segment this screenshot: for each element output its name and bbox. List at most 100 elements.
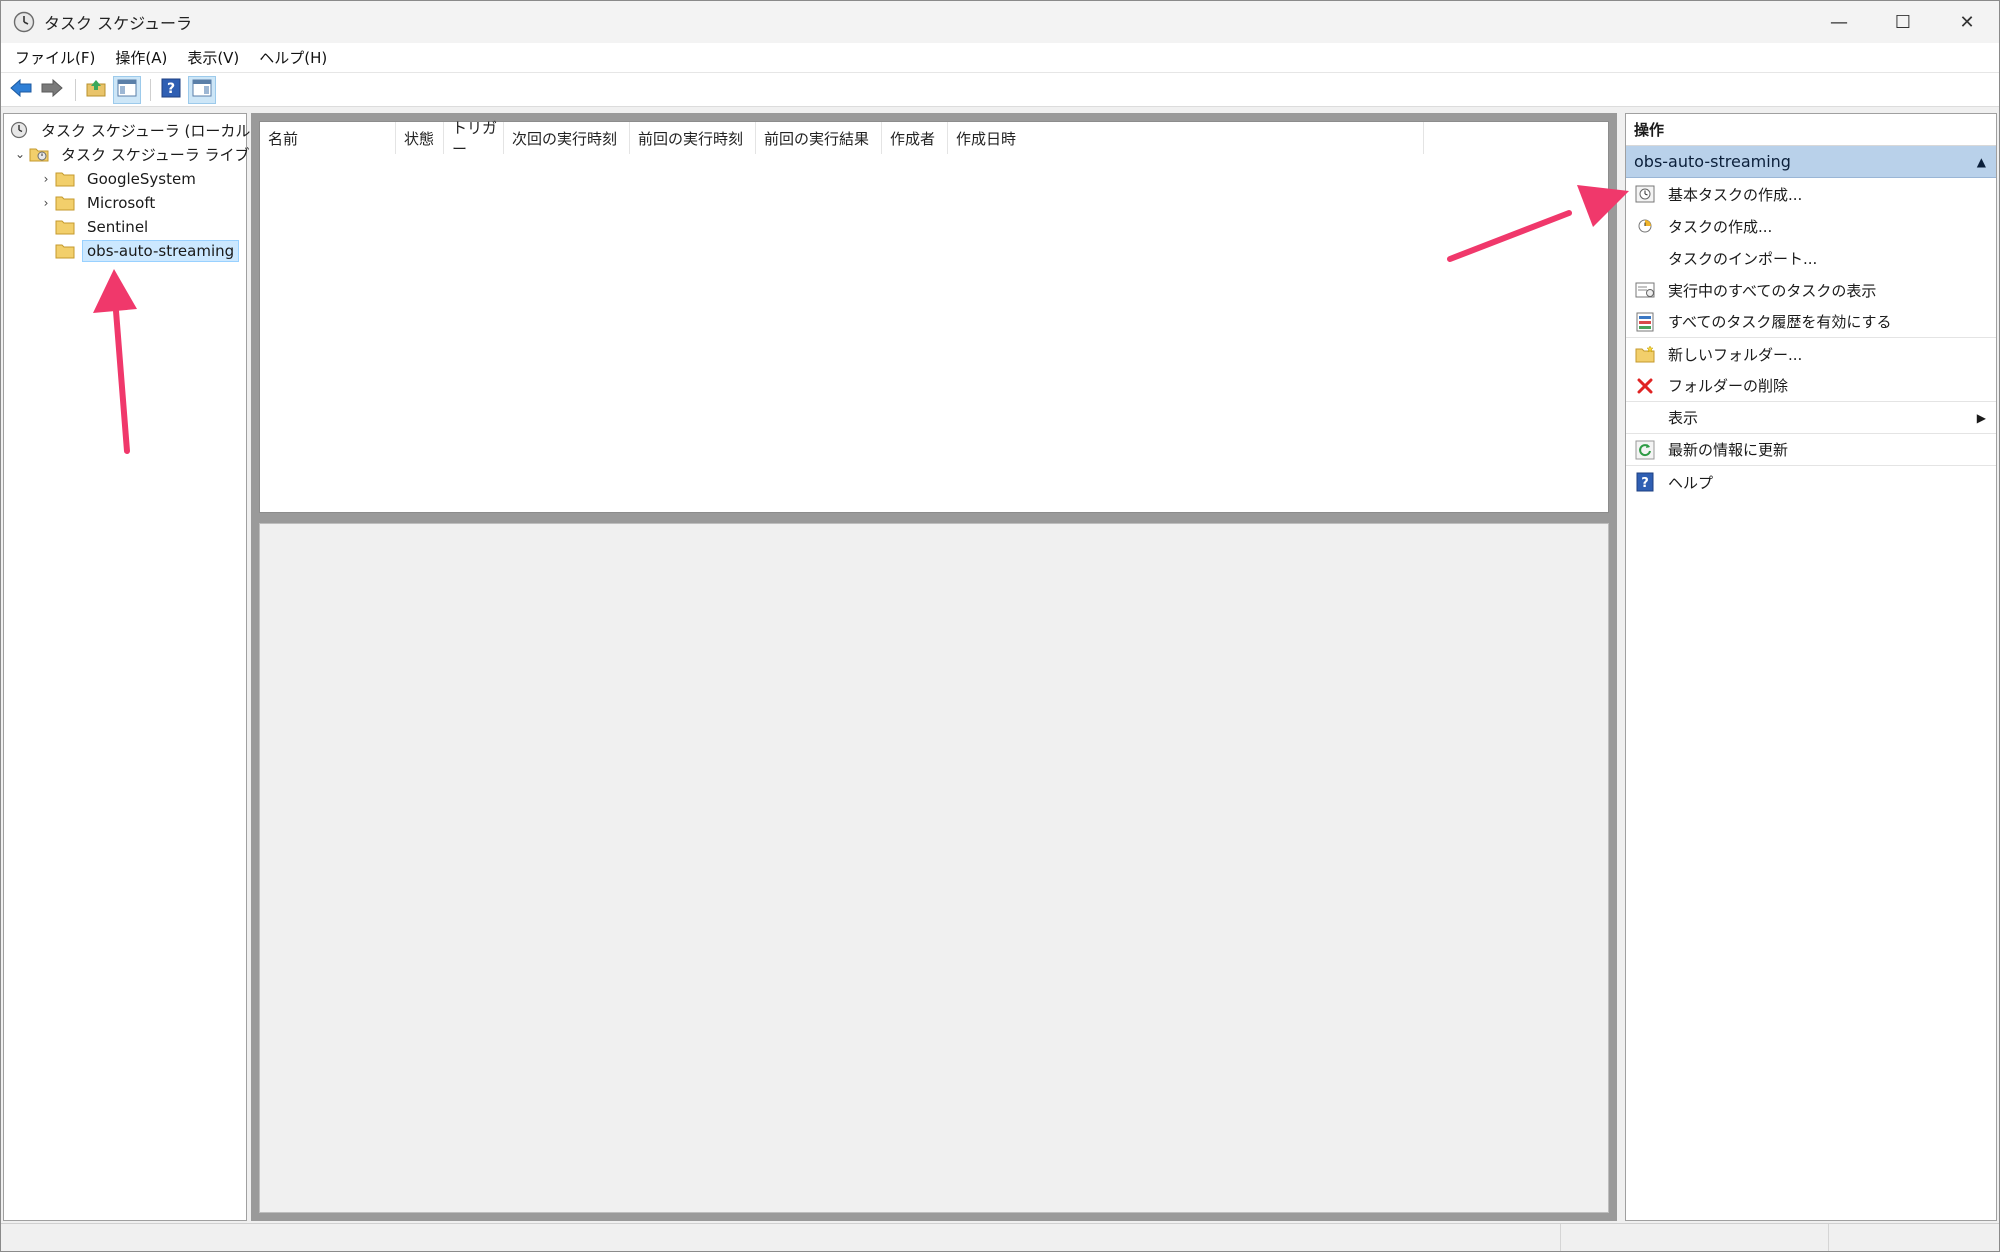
column-author[interactable]: 作成者 [882, 122, 948, 154]
task-history-icon [1634, 311, 1656, 333]
window-controls: — ☐ ✕ [1807, 1, 1999, 43]
tree-item-root[interactable]: タスク スケジューラ (ローカル) [8, 118, 261, 142]
help-icon: ? [161, 78, 181, 102]
action-label: 表示 [1668, 409, 1699, 427]
toolbar-separator [75, 78, 76, 101]
tree-item-sentinel[interactable]: Sentinel [38, 215, 153, 239]
action-label: ヘルプ [1668, 473, 1714, 492]
menu-help[interactable]: ヘルプ(H) [249, 47, 337, 68]
action-label: 最新の情報に更新 [1668, 441, 1789, 459]
window-title: タスク スケジューラ [44, 14, 192, 33]
menu-bar: ファイル(F) 操作(A) 表示(V) ヘルプ(H) [1, 43, 1999, 73]
tree-item-label: Sentinel [87, 218, 149, 236]
action-display-running-tasks[interactable]: 実行中のすべてのタスクの表示 [1626, 274, 1996, 306]
maximize-button[interactable]: ☐ [1871, 1, 1935, 43]
folder-icon [54, 218, 76, 236]
tree-item-microsoft[interactable]: › Microsoft [38, 191, 160, 215]
actions-group-title: obs-auto-streaming [1634, 152, 1791, 171]
help-button[interactable]: ? [157, 76, 185, 104]
help-icon: ? [1634, 471, 1656, 493]
title-bar: タスク スケジューラ — ☐ ✕ [1, 1, 1999, 43]
close-button[interactable]: ✕ [1935, 1, 1999, 43]
action-delete-folder[interactable]: フォルダーの削除 [1626, 370, 1996, 402]
folder-icon [54, 170, 76, 188]
action-new-folder[interactable]: 新しいフォルダー... [1626, 338, 1996, 370]
action-label: すべてのタスク履歴を有効にする [1668, 313, 1892, 331]
menu-view[interactable]: 表示(V) [177, 47, 249, 68]
status-bar [1, 1223, 1999, 1251]
tree-item-label: obs-auto-streaming [82, 240, 240, 262]
folder-icon [54, 242, 76, 260]
action-view[interactable]: 表示 ▶ [1626, 402, 1996, 434]
tree-item-label: GoogleSystem [87, 170, 196, 188]
action-label: 実行中のすべてのタスクの表示 [1668, 281, 1877, 300]
chevron-right-icon[interactable]: › [38, 196, 54, 210]
action-label: タスクのインポート... [1668, 249, 1818, 268]
collapse-up-icon[interactable]: ▲ [1977, 155, 1986, 169]
new-folder-icon [1634, 343, 1656, 365]
action-label: 新しいフォルダー... [1668, 345, 1803, 364]
menu-action[interactable]: 操作(A) [105, 47, 177, 68]
chevron-down-icon[interactable]: ⌄ [12, 147, 28, 161]
column-next-run[interactable]: 次回の実行時刻 [504, 122, 630, 154]
tree-item-library[interactable]: ⌄ タスク スケジューラ ライブラリ [12, 142, 285, 166]
svg-text:?: ? [167, 81, 175, 97]
action-create-task[interactable]: タスクの作成... [1626, 210, 1996, 242]
back-icon [9, 78, 33, 102]
action-label: 基本タスクの作成... [1668, 185, 1803, 204]
back-button[interactable] [7, 76, 35, 104]
toolbar-separator [150, 78, 151, 101]
tree-item-obs-auto-streaming[interactable]: obs-auto-streaming [38, 239, 240, 263]
tree-item-label: タスク スケジューラ (ローカル) [41, 121, 257, 140]
running-tasks-icon [1634, 279, 1656, 301]
navigation-tree: タスク スケジューラ (ローカル) ⌄ タスク スケジューラ ライブラリ › G… [3, 113, 280, 1221]
library-folder-icon [28, 145, 50, 163]
tree-item-googlesystem[interactable]: › GoogleSystem [38, 167, 201, 191]
svg-text:?: ? [1641, 476, 1649, 491]
up-folder-icon [85, 78, 107, 102]
action-import-task[interactable]: タスクのインポート... [1626, 242, 1996, 274]
task-scheduler-window: タスク スケジューラ — ☐ ✕ ファイル(F) 操作(A) 表示(V) ヘルプ… [0, 0, 2000, 1252]
status-segment [1561, 1224, 1829, 1251]
show-hide-action-pane-icon [192, 79, 212, 101]
clock-icon [8, 121, 30, 139]
status-segment [1, 1224, 1561, 1251]
show-hide-tree-button[interactable] [113, 75, 141, 104]
menu-file[interactable]: ファイル(F) [5, 47, 105, 68]
forward-button[interactable] [38, 76, 66, 104]
action-enable-task-history[interactable]: すべてのタスク履歴を有効にする [1626, 306, 1996, 338]
clock-icon [13, 11, 35, 33]
action-label: フォルダーの削除 [1668, 377, 1789, 395]
refresh-icon [1634, 439, 1656, 461]
task-detail-pane [259, 523, 1609, 1213]
actions-group-header[interactable]: obs-auto-streaming ▲ [1626, 146, 1996, 178]
column-created[interactable]: 作成日時 [948, 122, 1424, 154]
up-folder-button[interactable] [82, 76, 110, 104]
show-hide-tree-icon [117, 79, 137, 101]
forward-icon [40, 78, 64, 102]
column-trigger[interactable]: トリガー [444, 119, 504, 158]
action-create-basic-task[interactable]: 基本タスクの作成... [1626, 178, 1996, 210]
minimize-button[interactable]: — [1807, 1, 1871, 43]
task-list[interactable]: 名前 状態 トリガー 次回の実行時刻 前回の実行時刻 前回の実行結果 作成者 作… [259, 119, 1609, 513]
column-status[interactable]: 状態 [396, 122, 444, 154]
action-refresh[interactable]: 最新の情報に更新 [1626, 434, 1996, 466]
folder-icon [54, 194, 76, 212]
action-help[interactable]: ? ヘルプ [1626, 466, 1996, 498]
status-segment [1829, 1224, 1999, 1251]
basic-task-icon [1634, 183, 1656, 205]
column-last-run[interactable]: 前回の実行時刻 [630, 122, 756, 154]
task-list-header: 名前 状態 トリガー 次回の実行時刻 前回の実行時刻 前回の実行結果 作成者 作… [260, 119, 1608, 158]
show-hide-action-pane-button[interactable] [188, 75, 216, 104]
delete-x-icon [1634, 375, 1656, 397]
center-frame: 名前 状態 トリガー 次回の実行時刻 前回の実行時刻 前回の実行結果 作成者 作… [251, 113, 1617, 1221]
toolbar: ? [1, 73, 1999, 107]
column-last-result[interactable]: 前回の実行結果 [756, 122, 882, 154]
chevron-right-icon[interactable]: › [38, 172, 54, 186]
actions-pane: 操作 obs-auto-streaming ▲ 基本タスクの作成... タスクの… [1625, 113, 1997, 1221]
column-name[interactable]: 名前 [260, 122, 396, 154]
submenu-arrow-icon: ▶ [1976, 410, 1986, 425]
create-task-icon [1634, 215, 1656, 237]
blank-icon [1634, 407, 1656, 429]
actions-header: 操作 [1626, 114, 1996, 146]
